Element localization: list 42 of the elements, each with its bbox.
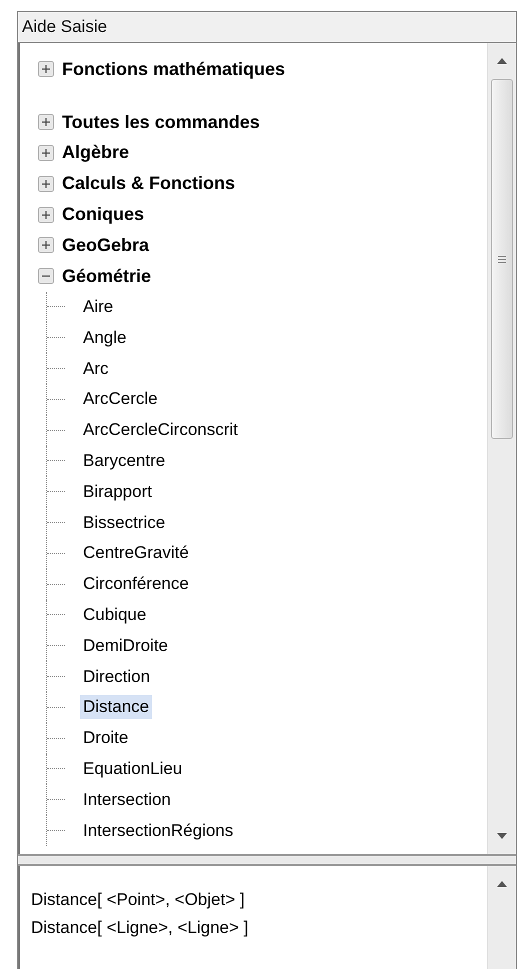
tree-item[interactable]: Cubique <box>80 602 150 627</box>
scrollbar-thumb[interactable] <box>491 79 513 439</box>
tree-category[interactable]: Algèbre <box>62 142 130 164</box>
panel-title: Aide Saisie <box>18 12 516 43</box>
tree-item[interactable]: Droite <box>80 726 132 750</box>
tree-item[interactable]: IntersectionRégions <box>80 818 236 843</box>
tree-item[interactable]: ArcCercleCirconscrit <box>80 418 241 442</box>
expand-icon[interactable] <box>38 114 54 130</box>
scroll-up-icon[interactable] <box>496 880 508 888</box>
tree-item[interactable]: Barycentre <box>80 448 168 473</box>
tree-item[interactable]: ArcCercle <box>80 387 161 412</box>
expand-icon[interactable] <box>38 206 54 223</box>
tree-item[interactable]: Arc <box>80 356 112 381</box>
scroll-up-icon[interactable] <box>496 57 508 65</box>
tree-category[interactable]: GeoGebra <box>62 234 150 256</box>
tree-item[interactable]: Angle <box>80 326 130 350</box>
tree-item[interactable]: CentreGravité <box>80 541 192 566</box>
syntax-line: Distance[ <Point>, <Objet> ] <box>31 890 246 910</box>
tree-category[interactable]: Toutes les commandes <box>62 112 260 133</box>
tree-item[interactable]: Birapport <box>80 480 155 504</box>
scrollbar[interactable] <box>487 866 516 969</box>
scroll-down-icon[interactable] <box>496 832 508 840</box>
expand-icon[interactable] <box>38 61 54 78</box>
tree-category[interactable]: Géométrie <box>62 266 152 287</box>
grip-icon <box>498 255 506 263</box>
tree-item[interactable]: EquationLieu <box>80 756 186 781</box>
expand-icon[interactable] <box>38 144 54 161</box>
expand-icon[interactable] <box>38 176 54 192</box>
tree-item[interactable]: Bissectrice <box>80 510 168 535</box>
scrollbar[interactable] <box>487 43 516 854</box>
tree-item[interactable]: Distance <box>80 695 152 720</box>
expand-icon[interactable] <box>38 237 54 254</box>
tree-category[interactable]: Fonctions mathématiques <box>62 58 286 80</box>
collapse-icon[interactable] <box>38 268 54 284</box>
tree-category[interactable]: Coniques <box>62 204 144 226</box>
tree-item[interactable]: Intersection <box>80 788 174 812</box>
tree-item[interactable]: Direction <box>80 664 154 689</box>
syntax-line: Distance[ <Ligne>, <Ligne> ] <box>31 918 250 938</box>
tree-item[interactable]: Circonférence <box>80 572 192 596</box>
tree-category[interactable]: Calculs & Fonctions <box>62 173 236 194</box>
tree-item[interactable]: DemiDroite <box>80 634 172 658</box>
tree-item[interactable]: Aire <box>80 294 116 319</box>
